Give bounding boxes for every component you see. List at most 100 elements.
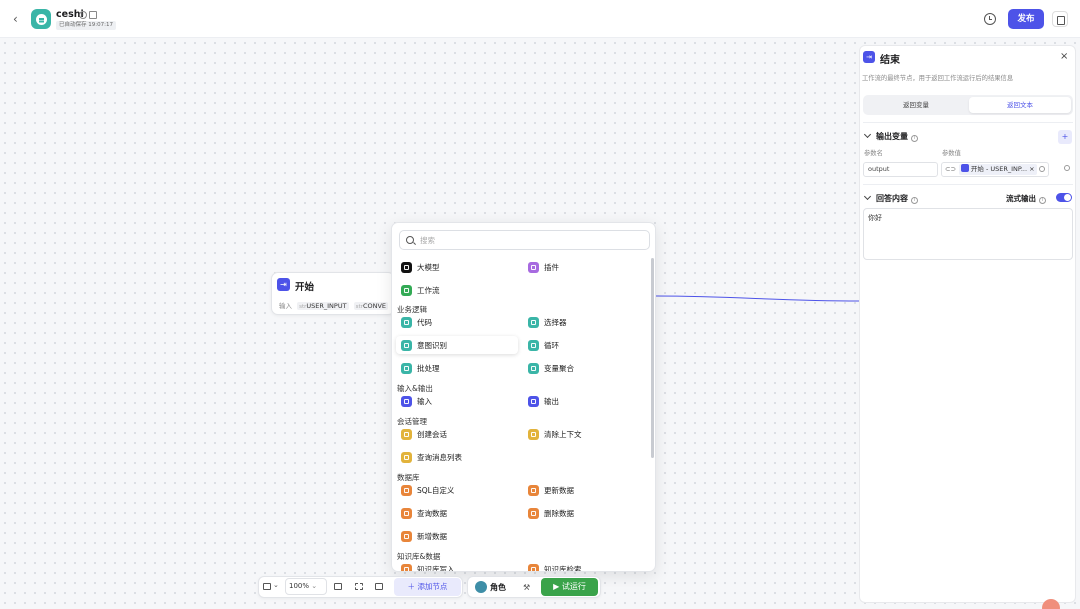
node-item-label: 选择器 <box>544 317 567 327</box>
node-item-label: 删除数据 <box>544 508 574 518</box>
node-item[interactable]: 新增数据 <box>401 527 447 545</box>
node-item[interactable]: 知识库写入 <box>401 560 455 572</box>
node-item-label: 创建会话 <box>417 429 447 439</box>
start-node[interactable]: ⇥ 开始 输入 strUSER_INPUT strCONVE <box>271 272 395 315</box>
connection-edge <box>655 295 861 302</box>
settings-circle-icon[interactable] <box>1038 166 1045 172</box>
edit-icon[interactable] <box>89 11 97 19</box>
add-node-menu: 大模型插件工作流业务逻辑代码选择器意图识别循环批处理变量聚合输入&输出输入输出会… <box>391 222 656 572</box>
chevron-down-icon[interactable]: ⌄ <box>273 581 279 589</box>
node-item[interactable]: 变量聚合 <box>528 359 574 377</box>
start-node-inputs: 输入 strUSER_INPUT strCONVE <box>279 300 389 310</box>
answer-content-title: 回答内容 <box>876 194 908 203</box>
node-item[interactable]: 代码 <box>401 313 432 331</box>
test-run-label: 试运行 <box>561 582 586 591</box>
add-node-button[interactable]: ＋ 添加节点 <box>394 578 461 596</box>
start-node-icon <box>960 164 969 172</box>
node-type-icon <box>401 284 412 296</box>
node-item[interactable]: 循环 <box>528 336 559 354</box>
role-avatar[interactable] <box>475 581 487 593</box>
pointer-mode-icon[interactable] <box>263 583 271 590</box>
node-item[interactable]: 清除上下文 <box>528 425 582 443</box>
wrench-icon[interactable]: ⚒ <box>523 583 530 592</box>
top-bar <box>0 0 1080 38</box>
zoom-select[interactable]: 100% ⌄ <box>285 578 327 595</box>
remove-row-icon[interactable] <box>1064 165 1070 171</box>
panel-description: 工作流的最终节点，用于返回工作流运行后的结果信息 <box>862 75 1014 82</box>
node-item[interactable]: 创建会话 <box>401 425 447 443</box>
node-item[interactable]: 工作流 <box>401 281 440 299</box>
chevron-down-icon: ⌄ <box>311 582 318 590</box>
plus-icon: ＋ <box>407 582 416 591</box>
history-icon[interactable] <box>984 13 996 25</box>
node-item[interactable]: 输入 <box>401 392 432 410</box>
node-type-icon <box>401 395 412 407</box>
stream-output-label: 流式输出 i <box>1006 193 1046 204</box>
answer-content-header[interactable]: 回答内容 i <box>863 192 918 204</box>
tab-return-variable[interactable]: 返回变量 <box>865 97 967 113</box>
answer-content-textarea[interactable]: 你好 <box>863 208 1073 260</box>
node-item[interactable]: 删除数据 <box>528 504 574 522</box>
minimap-icon[interactable] <box>375 583 383 590</box>
publish-button[interactable]: 发布 <box>1008 9 1044 29</box>
divider <box>863 184 1073 185</box>
param-tag: strUSER_INPUT <box>297 302 349 310</box>
node-item[interactable]: 输出 <box>528 392 559 410</box>
close-icon[interactable]: × <box>1060 51 1068 62</box>
node-item[interactable]: 知识库检索 <box>528 560 582 571</box>
node-type-icon <box>528 261 539 273</box>
node-item-label: 代码 <box>417 317 432 327</box>
menu-scrollbar[interactable] <box>651 258 654 458</box>
comment-icon[interactable] <box>334 583 342 590</box>
output-variables-title: 输出变量 <box>876 132 908 141</box>
node-type-icon <box>401 484 412 496</box>
layout-icon[interactable] <box>355 583 363 590</box>
node-item-label: 知识库写入 <box>417 564 455 572</box>
node-type-icon <box>528 563 539 571</box>
chevron-down-icon <box>863 192 872 201</box>
node-type-icon <box>401 339 412 351</box>
clear-reference-icon[interactable]: × <box>1029 165 1034 173</box>
stream-output-text: 流式输出 <box>1006 194 1036 203</box>
node-type-icon <box>401 563 412 571</box>
node-item[interactable]: 查询消息列表 <box>401 448 462 466</box>
node-item[interactable]: 批处理 <box>401 359 440 377</box>
node-type-icon <box>401 362 412 374</box>
node-item[interactable]: 插件 <box>528 258 559 276</box>
end-node-panel: ⇥ 结束 × 工作流的最终节点，用于返回工作流运行后的结果信息 返回变量 返回文… <box>859 45 1076 603</box>
copy-icon[interactable] <box>1052 11 1068 27</box>
test-run-button[interactable]: ▶ 试运行 <box>541 578 598 596</box>
output-value-field[interactable]: ⊂⊃ 开始 - USER_INP... × <box>941 162 1049 177</box>
info-icon[interactable]: i <box>79 11 87 19</box>
stream-output-toggle[interactable] <box>1056 193 1072 202</box>
variable-reference-chip: 开始 - USER_INP... × <box>958 164 1037 175</box>
node-item[interactable]: 选择器 <box>528 313 567 331</box>
node-type-icon <box>401 507 412 519</box>
node-item-label: 循环 <box>544 340 559 350</box>
add-node-label: 添加节点 <box>417 582 448 591</box>
add-variable-button[interactable]: + <box>1058 130 1072 144</box>
node-item[interactable]: SQL自定义 <box>401 481 454 499</box>
node-type-icon <box>401 428 412 440</box>
node-type-icon <box>528 362 539 374</box>
node-item[interactable]: 意图识别 <box>396 336 518 354</box>
param-value-header: 参数值 <box>942 150 961 157</box>
node-item[interactable]: 查询数据 <box>401 504 447 522</box>
node-type-icon <box>528 484 539 496</box>
node-item-label: 查询消息列表 <box>417 452 462 462</box>
reference-type-icon[interactable]: ⊂⊃ <box>942 163 959 176</box>
node-type-icon <box>401 530 412 542</box>
node-item-label: 查询数据 <box>417 508 447 518</box>
output-variables-header[interactable]: 输出变量 i <box>863 130 918 142</box>
node-item[interactable]: 更新数据 <box>528 481 574 499</box>
node-item-label: 意图识别 <box>417 340 447 350</box>
back-arrow-icon[interactable]: ‹ <box>13 12 25 26</box>
node-item[interactable]: 大模型 <box>401 258 440 276</box>
search-input[interactable] <box>420 234 640 247</box>
panel-title: 结束 <box>880 55 900 66</box>
output-name-field[interactable]: output <box>863 162 938 177</box>
node-type-icon <box>401 316 412 328</box>
node-search[interactable] <box>399 230 650 250</box>
tab-return-text[interactable]: 返回文本 <box>969 97 1071 113</box>
role-label[interactable]: 角色 <box>490 582 506 593</box>
